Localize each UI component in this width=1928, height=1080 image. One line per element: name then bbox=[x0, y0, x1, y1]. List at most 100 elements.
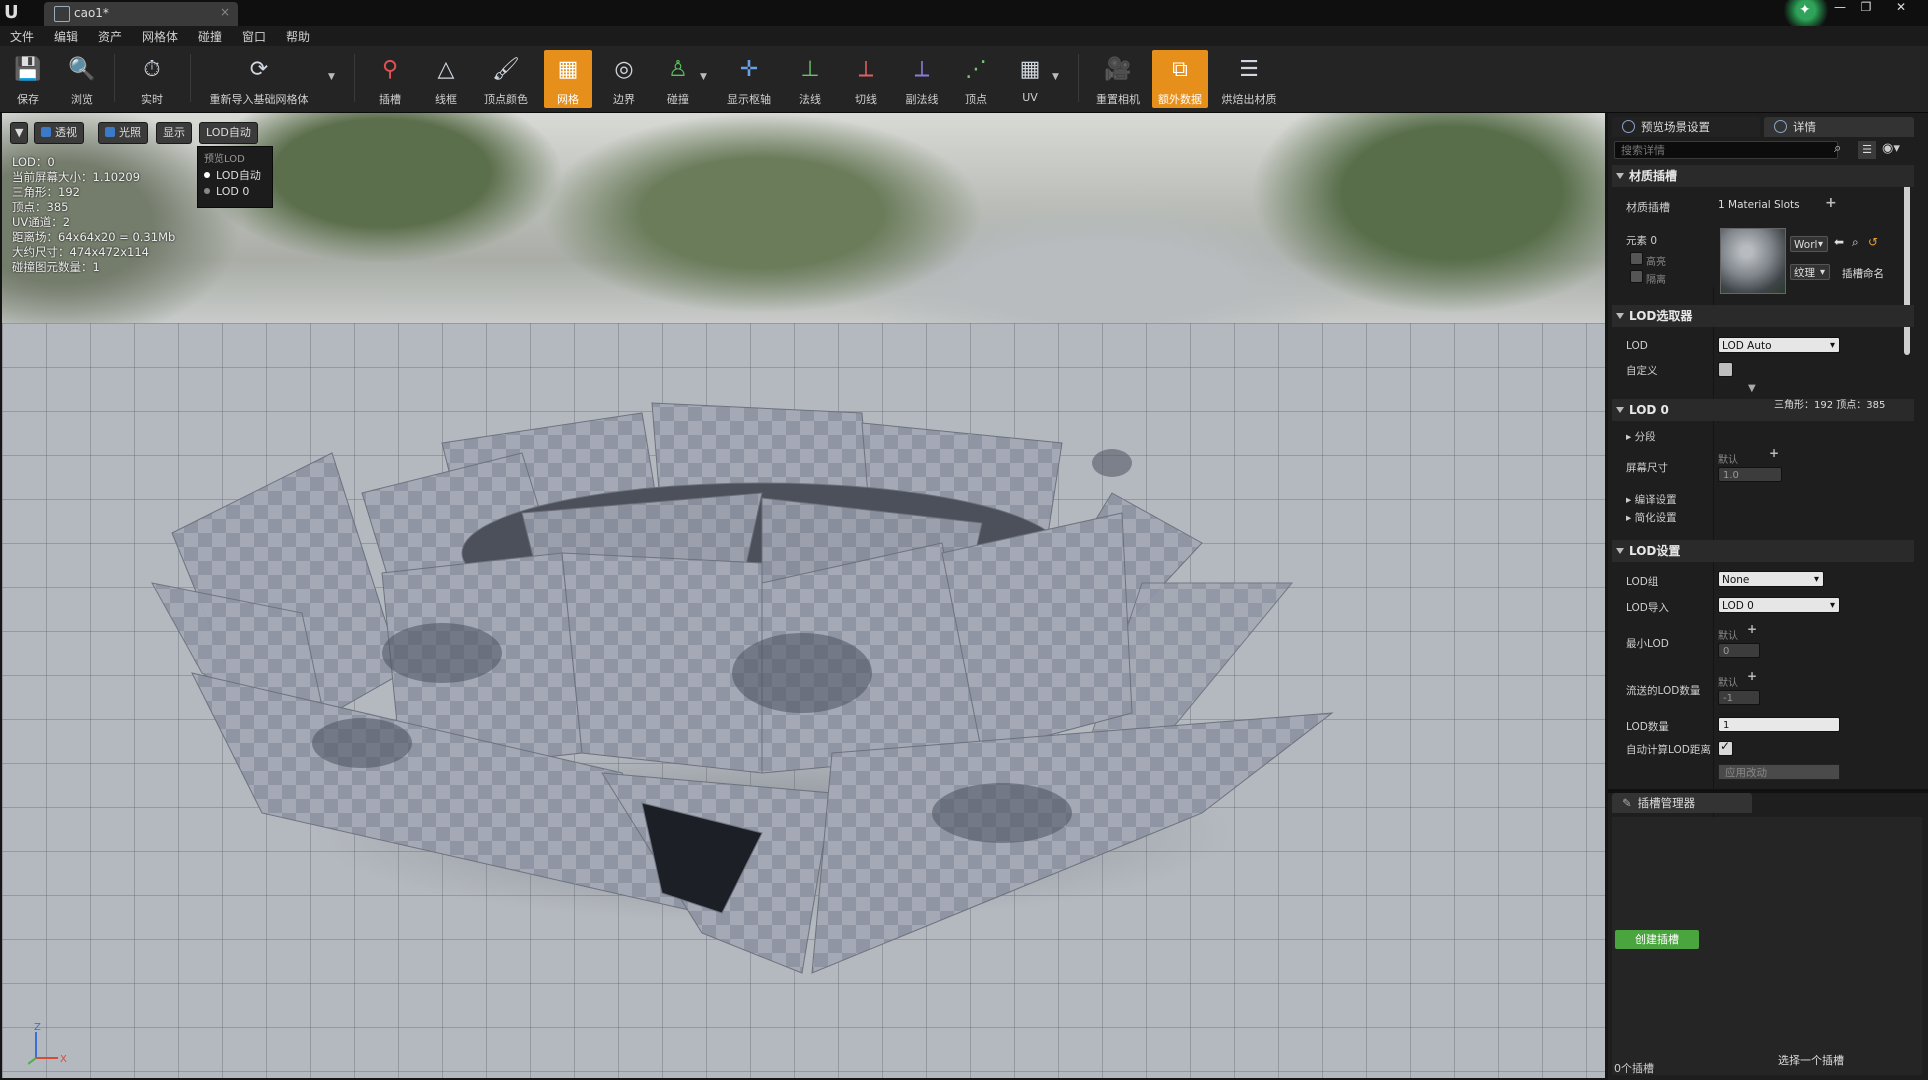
mesh-button[interactable]: ▦ 网格 bbox=[544, 50, 592, 108]
vertex-color-button[interactable]: 🖌 顶点颜色 bbox=[478, 50, 534, 108]
menu-asset[interactable]: 资产 bbox=[98, 28, 122, 45]
add-screen-size-icon[interactable]: + bbox=[1769, 446, 1779, 460]
show-pivot-button[interactable]: ✛ 显示枢轴 bbox=[718, 50, 780, 108]
vertices-button[interactable]: ⋰ 顶点 bbox=[952, 50, 1000, 108]
reimport-dropdown-icon[interactable]: ▼ bbox=[328, 72, 335, 82]
collapse-triangle-icon bbox=[1616, 313, 1624, 319]
texture-dropdown[interactable]: 纹理 bbox=[1790, 264, 1830, 281]
close-window-button[interactable]: ✕ bbox=[1884, 0, 1918, 16]
material-thumbnail[interactable] bbox=[1720, 228, 1786, 294]
section-lod-picker[interactable]: LOD选取器 bbox=[1612, 305, 1914, 327]
use-selected-arrow-icon[interactable]: ⬅ bbox=[1834, 235, 1844, 249]
lod-option-label: LOD 0 bbox=[216, 185, 250, 198]
add-streamed-lod-icon[interactable]: + bbox=[1747, 669, 1757, 683]
reimport-button[interactable]: ⟳ 重新导入基础网格体 bbox=[200, 50, 318, 108]
world-dropdown[interactable]: Worl bbox=[1790, 236, 1828, 253]
sections-label[interactable]: ▸ 分段 bbox=[1626, 429, 1656, 444]
lod-option-auto[interactable]: LOD自动 bbox=[204, 167, 261, 183]
browse-button[interactable]: 🔍 浏览 bbox=[58, 50, 106, 108]
search-icon[interactable]: ⌕ bbox=[1834, 141, 1841, 156]
menu-window[interactable]: 窗口 bbox=[242, 28, 266, 45]
restore-button[interactable]: ❐ bbox=[1854, 0, 1878, 16]
socket-button[interactable]: ⚲ 插槽 bbox=[366, 50, 414, 108]
isolate-checkbox[interactable] bbox=[1630, 270, 1643, 283]
minimize-button[interactable]: — bbox=[1828, 0, 1852, 16]
uv-button[interactable]: ▦ UV bbox=[1006, 50, 1054, 108]
bounds-button[interactable]: ◎ 边界 bbox=[600, 50, 648, 108]
realtime-button[interactable]: ⏱ 实时 bbox=[128, 50, 176, 108]
select-socket-hint: 选择一个插槽 bbox=[1778, 1054, 1844, 1067]
build-settings-label[interactable]: ▸ 编译设置 bbox=[1626, 492, 1677, 507]
tab-close-icon[interactable]: × bbox=[220, 5, 230, 19]
tab-preview-scene-settings[interactable]: 预览场景设置 bbox=[1612, 117, 1760, 137]
binormals-button[interactable]: ⟂ 副法线 bbox=[896, 50, 948, 108]
show-pivot-label: 显示枢轴 bbox=[727, 93, 771, 106]
auto-lod-checkbox[interactable]: ✓ bbox=[1718, 739, 1733, 756]
checkmark-icon: ✓ bbox=[1720, 739, 1731, 753]
lod-import-dropdown[interactable]: LOD 0 bbox=[1718, 597, 1840, 614]
view-options-list-icon[interactable]: ☰ bbox=[1858, 141, 1876, 159]
menu-help[interactable]: 帮助 bbox=[286, 28, 310, 45]
browse-asset-icon[interactable]: ⌕ bbox=[1852, 235, 1859, 250]
lit-shield-icon bbox=[105, 127, 115, 137]
save-button[interactable]: 💾 保存 bbox=[6, 50, 50, 108]
bake-material-button[interactable]: ☰ 烘焙出材质 bbox=[1214, 50, 1284, 108]
show-button[interactable]: 显示 bbox=[156, 122, 192, 144]
menu-collision[interactable]: 碰撞 bbox=[198, 28, 222, 45]
reduction-settings-label[interactable]: ▸ 简化设置 bbox=[1626, 510, 1677, 525]
streamed-lod-field[interactable]: -1 bbox=[1718, 690, 1760, 705]
asset-tab[interactable]: cao1* × bbox=[44, 2, 238, 26]
details-search-input[interactable]: 搜索详情 bbox=[1614, 141, 1838, 159]
tab-socket-manager[interactable]: ✎ 插槽管理器 bbox=[1612, 793, 1752, 813]
apply-changes-button[interactable]: 应用改动 bbox=[1718, 764, 1840, 780]
lod-option-0[interactable]: LOD 0 bbox=[204, 185, 249, 198]
eye-icon[interactable]: ◉▾ bbox=[1882, 141, 1900, 156]
section-lod-settings[interactable]: LOD设置 bbox=[1612, 540, 1914, 562]
normals-button[interactable]: ⊥ 法线 bbox=[786, 50, 834, 108]
menu-mesh[interactable]: 网格体 bbox=[142, 28, 178, 45]
stat-line: 顶点：385 bbox=[12, 200, 69, 214]
reimport-label: 重新导入基础网格体 bbox=[209, 93, 309, 106]
title-bar: U cao1* × ✦ — ❐ ✕ bbox=[0, 0, 1928, 30]
lit-button[interactable]: 光照 bbox=[98, 122, 148, 144]
screen-size-field[interactable]: 1.0 bbox=[1718, 467, 1782, 482]
perspective-button[interactable]: 透视 bbox=[34, 122, 84, 144]
min-lod-field[interactable]: 0 bbox=[1718, 643, 1760, 658]
collision-icon: ♙ bbox=[668, 56, 688, 82]
default-label: 默认 bbox=[1718, 455, 1738, 466]
tri-vert-info: 三角形：192 顶点：385 bbox=[1774, 400, 1886, 411]
collision-dropdown-icon[interactable]: ▼ bbox=[700, 72, 707, 82]
menu-file[interactable]: 文件 bbox=[10, 28, 34, 45]
section-material-slots[interactable]: 材质插槽 bbox=[1612, 165, 1914, 187]
lod-auto-button[interactable]: LOD自动 bbox=[199, 122, 258, 144]
add-min-lod-icon[interactable]: + bbox=[1747, 622, 1757, 636]
lod-group-dropdown[interactable]: None bbox=[1718, 571, 1824, 588]
element-0-label: 元素 0 bbox=[1626, 235, 1658, 247]
reset-arrow-icon[interactable]: ↺ bbox=[1868, 235, 1878, 249]
add-material-slot-icon[interactable]: + bbox=[1825, 195, 1837, 211]
extra-data-button[interactable]: ⧉ 额外数据 bbox=[1152, 50, 1208, 108]
section-title: 材质插槽 bbox=[1629, 169, 1678, 183]
num-lods-field[interactable]: 1 bbox=[1718, 717, 1840, 732]
wireframe-button[interactable]: △ 线框 bbox=[422, 50, 470, 108]
reset-camera-button[interactable]: 🎥 重置相机 bbox=[1090, 50, 1146, 108]
material-slots-label: 材质插槽 bbox=[1626, 201, 1670, 214]
viewport[interactable]: ▼ 透视 光照 显示 LOD自动 预览LOD LOD自动 LOD 0 LOD：0… bbox=[2, 113, 1605, 1078]
uv-dropdown-icon[interactable]: ▼ bbox=[1052, 72, 1059, 82]
normals-label: 法线 bbox=[799, 93, 821, 106]
tab-details[interactable]: 详情 bbox=[1764, 117, 1914, 137]
reset-camera-label: 重置相机 bbox=[1096, 93, 1140, 106]
create-socket-button[interactable]: 创建插槽 bbox=[1615, 930, 1699, 949]
menu-edit[interactable]: 编辑 bbox=[54, 28, 78, 45]
custom-checkbox[interactable] bbox=[1718, 362, 1733, 377]
tangents-label: 切线 bbox=[855, 93, 877, 106]
collision-button[interactable]: ♙ 碰撞 bbox=[654, 50, 702, 108]
highlight-checkbox[interactable] bbox=[1630, 252, 1643, 265]
pivot-axes-icon: ✛ bbox=[739, 56, 759, 82]
lod-dropdown[interactable]: LOD Auto bbox=[1718, 337, 1840, 354]
bake-material-label: 烘焙出材质 bbox=[1221, 93, 1277, 106]
viewport-options-button[interactable]: ▼ bbox=[10, 122, 29, 144]
perspective-label: 透视 bbox=[55, 126, 77, 139]
expand-arrow-icon[interactable]: ▼ bbox=[1748, 383, 1756, 394]
tangents-button[interactable]: ⟂ 切线 bbox=[842, 50, 890, 108]
